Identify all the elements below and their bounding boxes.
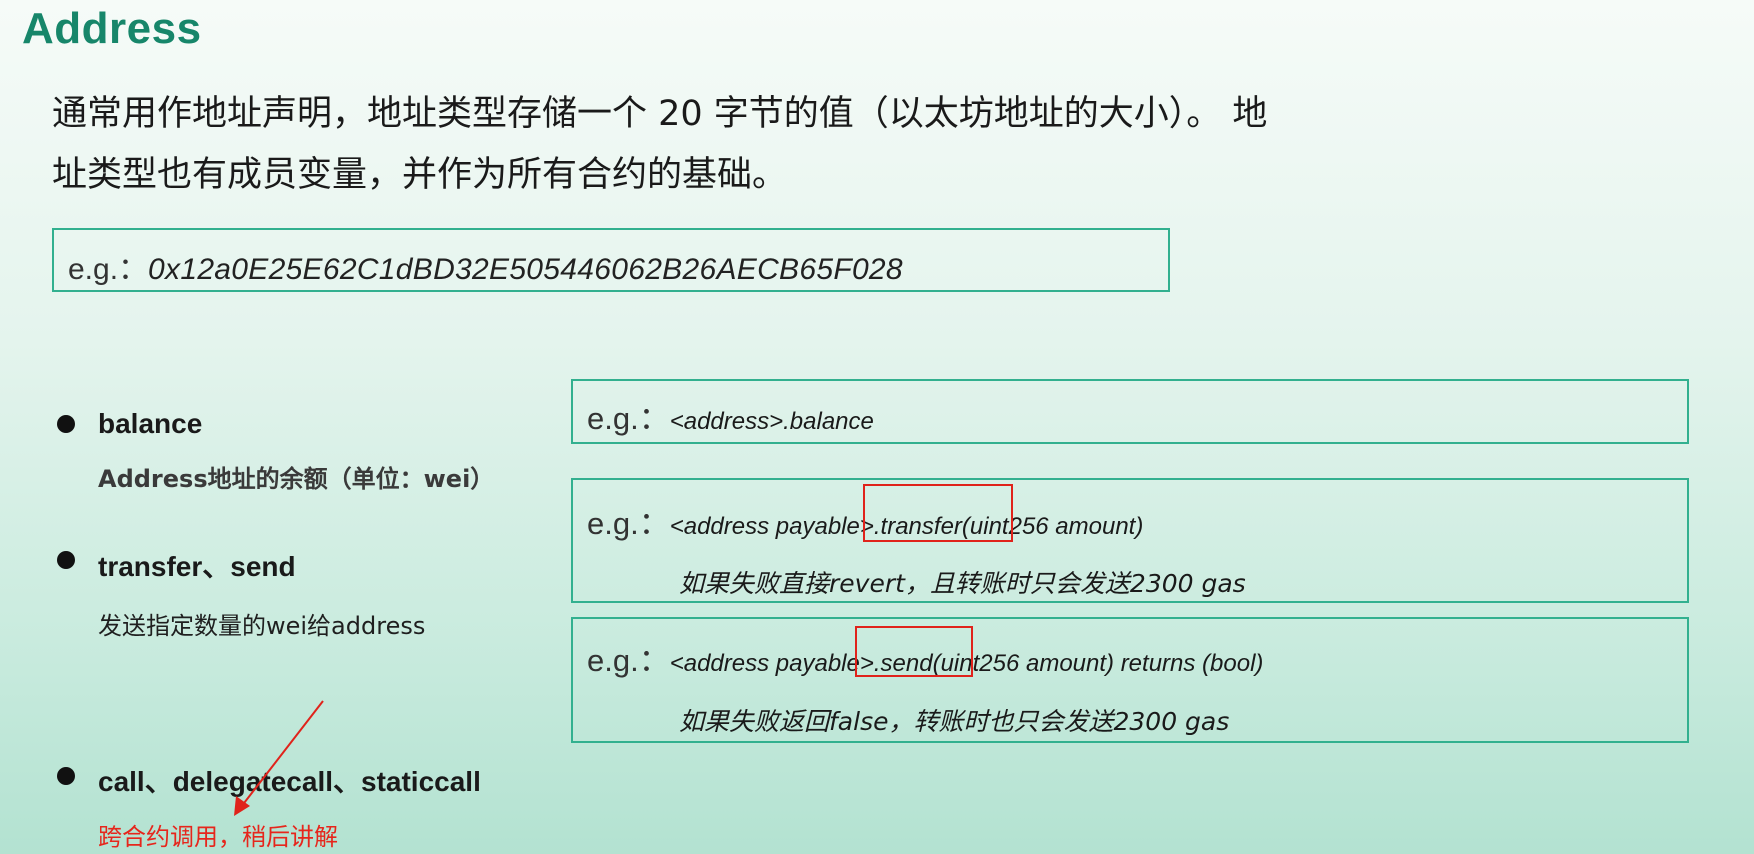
transfer-highlight-box xyxy=(863,484,1013,542)
address-example-box: e.g.：0x12a0E25E62C1dBD32E505446062B26AEC… xyxy=(52,228,1170,292)
transfer-code-box: e.g.：<address payable>.transfer(uint256 … xyxy=(571,478,1689,603)
balance-code: <address>.balance xyxy=(669,408,874,435)
intro-line-1: 通常用作地址声明，地址类型存储一个 20 字节的值（以太坊地址的大小）。 地 xyxy=(52,94,1268,134)
member-balance-title: balance xyxy=(98,408,203,439)
bullet-icon xyxy=(57,415,75,433)
send-highlight-box xyxy=(855,626,973,677)
member-call-desc: 跨合约调用，稍后讲解 xyxy=(98,823,338,851)
example-label: e.g.： xyxy=(68,253,149,286)
member-balance-desc: Address地址的余额（单位：wei） xyxy=(98,465,495,493)
code-label: e.g.： xyxy=(587,401,670,436)
bullet-icon xyxy=(57,551,75,569)
transfer-note: 如果失败直接revert，且转账时只会发送2300 gas xyxy=(679,569,1246,598)
intro-text: 通常用作地址声明，地址类型存储一个 20 字节的值（以太坊地址的大小）。 地 址… xyxy=(52,84,1472,206)
balance-code-box: e.g.：<address>.balance xyxy=(571,379,1689,444)
send-note: 如果失败返回false，转账时也只会发送2300 gas xyxy=(679,707,1230,736)
member-transfer-desc: 发送指定数量的wei给address xyxy=(98,612,426,640)
code-label: e.g.： xyxy=(587,643,670,678)
slide-title: Address xyxy=(22,4,202,53)
member-transfer-title: transfer、send xyxy=(98,551,296,582)
bullet-icon xyxy=(57,767,75,785)
send-code-box: e.g.：<address payable>.send(uint256 amou… xyxy=(571,617,1689,743)
member-call-title: call、delegatecall、staticcall xyxy=(98,766,481,797)
code-label: e.g.： xyxy=(587,506,670,541)
intro-line-2: 址类型也有成员变量，并作为所有合约的基础。 xyxy=(52,155,788,195)
address-example-row: e.g.：0x12a0E25E62C1dBD32E505446062B26AEC… xyxy=(68,244,903,288)
balance-code-line: e.g.：<address>.balance xyxy=(587,393,874,438)
example-address-value: 0x12a0E25E62C1dBD32E505446062B26AECB65F0… xyxy=(148,253,903,286)
